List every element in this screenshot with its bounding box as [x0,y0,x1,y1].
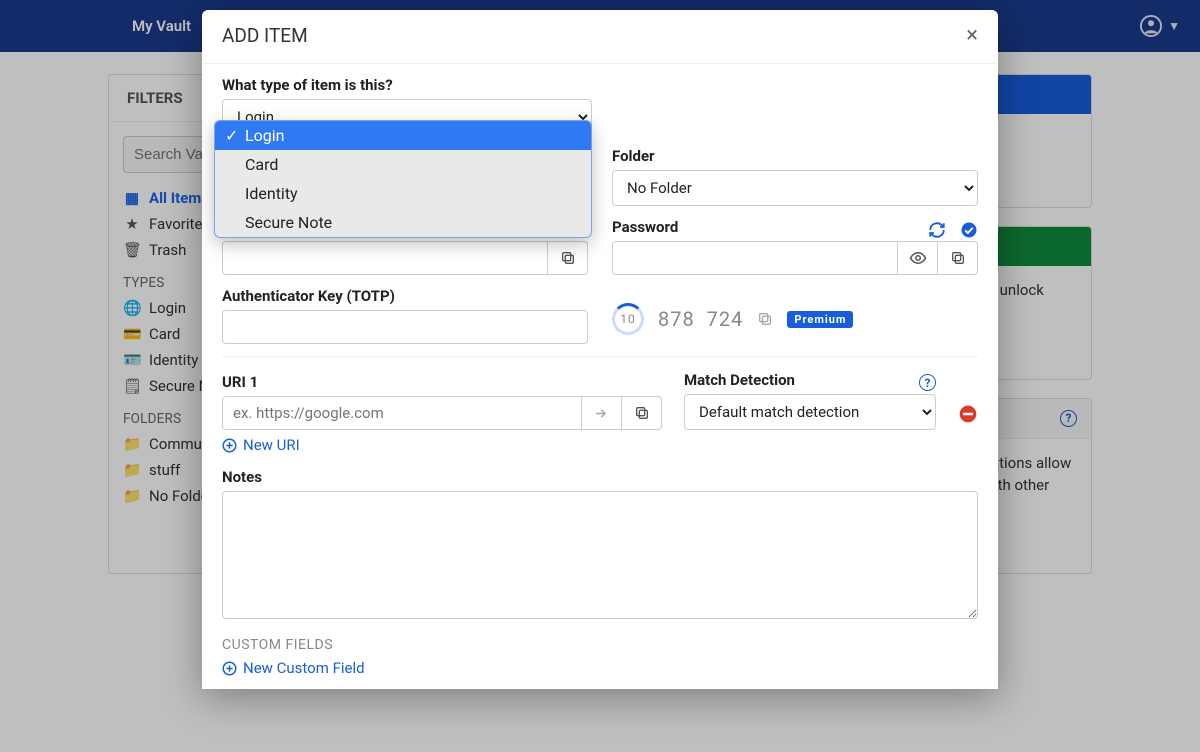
type-option-login[interactable]: Login [215,121,591,150]
type-select-dropdown: Login Card Identity Secure Note [214,120,592,238]
notes-textarea[interactable] [222,491,978,619]
copy-icon [634,405,650,421]
plus-circle-icon [222,661,237,676]
new-uri-button[interactable]: New URI [222,436,978,454]
copy-totp-button[interactable] [757,311,773,327]
plus-circle-icon [222,438,237,453]
close-icon[interactable]: × [966,25,978,47]
uri1-label: URI 1 [222,373,662,391]
check-password-button[interactable] [960,221,978,239]
help-icon[interactable]: ? [919,374,936,391]
premium-badge: Premium [787,311,853,328]
minus-circle-icon [958,404,978,424]
modal-title: ADD ITEM [222,24,308,47]
type-option-card[interactable]: Card [215,150,591,179]
launch-uri-button[interactable] [582,396,622,430]
username-input[interactable] [222,241,548,275]
copy-icon [560,250,576,266]
password-input[interactable] [612,241,898,275]
totp-label: Authenticator Key (TOTP) [222,287,588,305]
copy-icon [950,250,966,266]
uri1-input[interactable] [222,396,582,430]
copy-uri-button[interactable] [622,396,662,430]
folder-label: Folder [612,147,978,165]
new-custom-field-button[interactable]: New Custom Field [222,659,978,677]
generate-password-button[interactable] [928,221,946,239]
match-detection-label: Match Detection [684,371,795,389]
notes-label: Notes [222,468,978,486]
type-option-identity[interactable]: Identity [215,179,591,208]
check-circle-icon [960,221,978,239]
refresh-icon [928,221,946,239]
copy-icon [757,311,773,327]
totp-code: 878 724 [658,307,743,331]
type-option-secure-note[interactable]: Secure Note [215,208,591,237]
custom-fields-heading: CUSTOM FIELDS [222,637,978,653]
totp-timer-ring: 10 [612,303,644,335]
match-detection-select[interactable]: Default match detection [684,394,936,430]
copy-username-button[interactable] [548,241,588,275]
launch-icon [593,405,610,422]
type-label: What type of item is this? [222,76,592,94]
add-item-modal: ADD ITEM × What type of item is this? Lo… [202,10,998,689]
password-label: Password [612,218,678,236]
folder-select[interactable]: No Folder [612,170,978,206]
eye-icon [909,249,927,267]
copy-password-button[interactable] [938,241,978,275]
totp-input[interactable] [222,310,588,344]
remove-uri-button[interactable] [958,404,978,424]
totp-timer-value: 10 [620,312,636,326]
toggle-visibility-button[interactable] [898,241,938,275]
